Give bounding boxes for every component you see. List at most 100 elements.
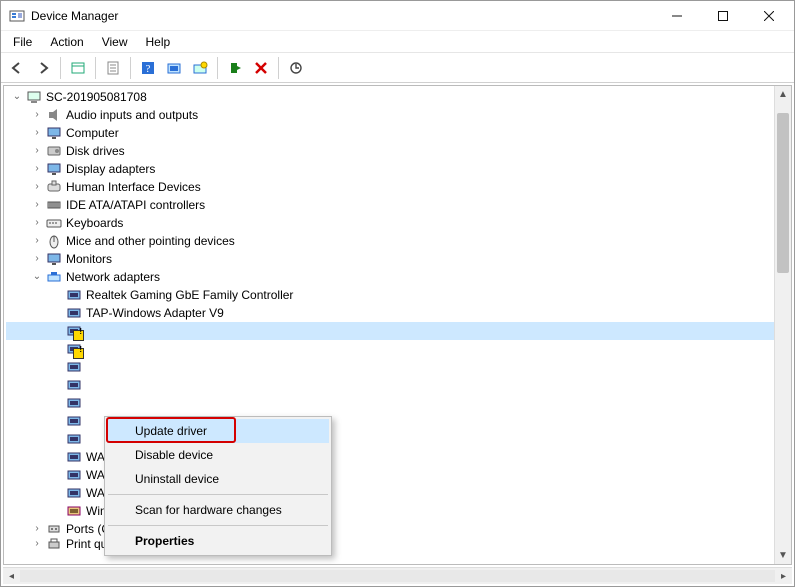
tree-category-ide[interactable]: › IDE ATA/ATAPI controllers (6, 196, 774, 214)
tree-row-label: Monitors (66, 250, 112, 268)
tree-category-mice[interactable]: › Mice and other pointing devices (6, 232, 774, 250)
toolbar-update-driver-button[interactable] (162, 56, 186, 80)
context-menu-item[interactable]: Uninstall device (107, 467, 329, 491)
mouse-icon (46, 233, 62, 249)
net-icon (46, 269, 62, 285)
toolbar-separator (278, 57, 279, 79)
tree-category-disk[interactable]: › Disk drives (6, 142, 774, 160)
menu-view[interactable]: View (94, 33, 136, 51)
context-menu-item[interactable]: Scan for hardware changes (107, 498, 329, 522)
tree-row-label: Network adapters (66, 268, 160, 286)
tree-row-label: Keyboards (66, 214, 123, 232)
scroll-left-button[interactable]: ◂ (3, 568, 20, 585)
horizontal-scrollbar[interactable]: ◂ ▸ (3, 567, 792, 584)
expand-icon[interactable]: › (30, 538, 44, 550)
tree-root[interactable]: ⌄SC-201905081708 (6, 88, 774, 106)
expand-icon[interactable]: › (30, 252, 44, 266)
tree-category-keyboards[interactable]: › Keyboards (6, 214, 774, 232)
tree-device[interactable] (6, 376, 774, 394)
monitor-icon (46, 161, 62, 177)
toolbar-scan-button[interactable] (188, 56, 212, 80)
nic-icon (66, 305, 82, 321)
titlebar: Device Manager (1, 1, 794, 31)
toolbar-uninstall-button[interactable] (249, 56, 273, 80)
context-menu-item[interactable]: Disable device (107, 443, 329, 467)
scroll-right-button[interactable]: ▸ (775, 568, 792, 585)
toolbar-separator (60, 57, 61, 79)
toolbar-back-button[interactable] (5, 56, 29, 80)
expand-icon[interactable]: › (30, 522, 44, 536)
toolbar-show-hidden-button[interactable] (66, 56, 90, 80)
context-menu-item[interactable]: Properties (107, 529, 329, 553)
tree-category-network[interactable]: ⌄ Network adapters (6, 268, 774, 286)
window-title: Device Manager (31, 9, 118, 23)
nic-icon (66, 287, 82, 303)
nic-icon (66, 341, 82, 357)
context-menu-separator (108, 525, 328, 526)
keyboard-icon (46, 215, 62, 231)
menubar: File Action View Help (1, 31, 794, 53)
expand-icon[interactable]: › (30, 216, 44, 230)
tree-row-label: IDE ATA/ATAPI controllers (66, 196, 205, 214)
tree-row-label: Disk drives (66, 142, 125, 160)
toolbar-enable-button[interactable] (223, 56, 247, 80)
toolbar-help-button[interactable]: ? (136, 56, 160, 80)
scroll-thumb[interactable] (20, 570, 775, 582)
scroll-track[interactable] (20, 568, 775, 584)
toolbar-scan-hardware-button[interactable] (284, 56, 308, 80)
scroll-thumb[interactable] (777, 113, 789, 273)
maximize-button[interactable] (700, 2, 746, 30)
tree-scroll[interactable]: ⌄SC-201905081708›Audio inputs and output… (4, 86, 774, 564)
nic-icon (66, 485, 82, 501)
close-button[interactable] (746, 2, 792, 30)
nic-icon (66, 413, 82, 429)
toolbar-forward-button[interactable] (31, 56, 55, 80)
vertical-scrollbar[interactable]: ▲ ▼ (774, 86, 791, 564)
tree-device[interactable] (6, 394, 774, 412)
expand-icon[interactable]: › (30, 198, 44, 212)
tree-row-label: Display adapters (66, 160, 155, 178)
expand-icon[interactable]: › (30, 126, 44, 140)
tree-device[interactable] (6, 358, 774, 376)
context-menu: Update driverDisable deviceUninstall dev… (104, 416, 332, 556)
svg-text:?: ? (146, 63, 151, 75)
speaker-icon (46, 107, 62, 123)
tree-device[interactable] (6, 340, 774, 358)
tree-category-computer[interactable]: › Computer (6, 124, 774, 142)
nic-icon (66, 431, 82, 447)
toolbar-properties-button[interactable] (101, 56, 125, 80)
expand-icon[interactable]: › (30, 180, 44, 194)
expand-icon[interactable]: › (30, 162, 44, 176)
tree-row-label: Computer (66, 124, 119, 142)
collapse-icon[interactable]: ⌄ (10, 90, 24, 104)
nic-icon (66, 359, 82, 375)
nic2-icon (66, 503, 82, 519)
menu-help[interactable]: Help (138, 33, 179, 51)
menu-file[interactable]: File (5, 33, 40, 51)
expand-icon[interactable]: › (30, 234, 44, 248)
tree-device[interactable]: TAP-Windows Adapter V9 (6, 304, 774, 322)
tree-client-area: ⌄SC-201905081708›Audio inputs and output… (3, 85, 792, 565)
nic-icon (66, 467, 82, 483)
tree-category-display[interactable]: › Display adapters (6, 160, 774, 178)
collapse-icon[interactable]: ⌄ (30, 270, 44, 284)
menu-action[interactable]: Action (42, 33, 91, 51)
context-menu-item[interactable]: Update driver (107, 419, 329, 443)
scroll-up-button[interactable]: ▲ (775, 86, 792, 103)
tree-category-hid[interactable]: ›Human Interface Devices (6, 178, 774, 196)
minimize-button[interactable] (654, 2, 700, 30)
expand-icon[interactable]: › (30, 108, 44, 122)
scroll-down-button[interactable]: ▼ (775, 547, 792, 564)
tree-category-audio[interactable]: ›Audio inputs and outputs (6, 106, 774, 124)
tree-row-label: TAP-Windows Adapter V9 (86, 304, 224, 322)
tree-row-label: Mice and other pointing devices (66, 232, 235, 250)
tree-category-monitors[interactable]: › Monitors (6, 250, 774, 268)
hid-icon (46, 179, 62, 195)
scroll-track[interactable] (775, 103, 791, 547)
expand-icon[interactable]: › (30, 144, 44, 158)
tree-device[interactable]: Realtek Gaming GbE Family Controller (6, 286, 774, 304)
tree-device[interactable] (6, 322, 774, 340)
nic-icon (66, 395, 82, 411)
toolbar-separator (217, 57, 218, 79)
monitor-icon (46, 125, 62, 141)
